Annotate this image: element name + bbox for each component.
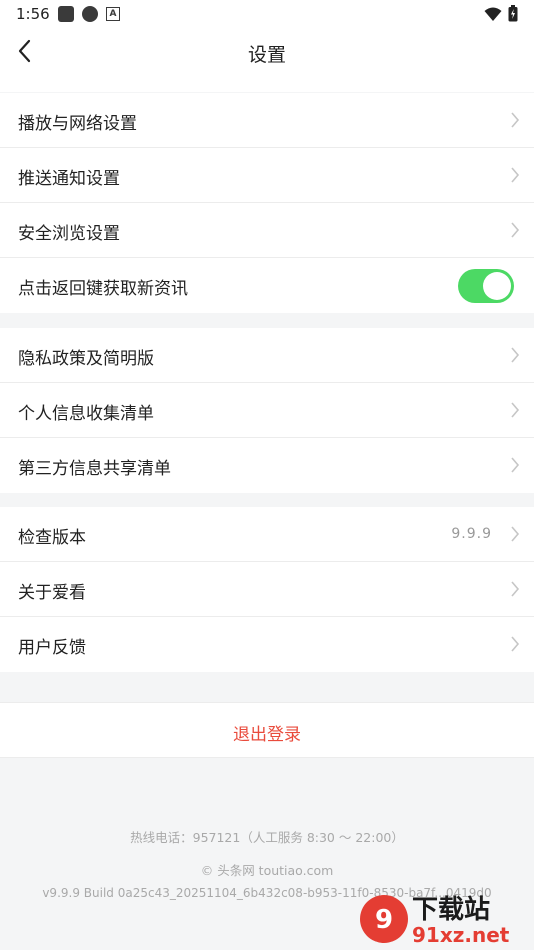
svg-text:9: 9 (375, 905, 393, 935)
chevron-right-icon (511, 581, 520, 597)
settings-group-about: 检查版本 9.9.9 关于爱看 用户反馈 (0, 507, 534, 672)
item-label: 播放与网络设置 (18, 114, 137, 134)
push-notification-settings-item[interactable]: 推送通知设置 (0, 148, 534, 203)
personal-info-list-item[interactable]: 个人信息收集清单 (0, 383, 534, 438)
back-key-refresh-toggle[interactable] (458, 269, 514, 303)
item-label: 检查版本 (18, 528, 86, 548)
nav-bar: 设置 (0, 28, 534, 92)
item-label: 安全浏览设置 (18, 224, 120, 244)
copyright-text: © 头条网 toutiao.com (200, 863, 334, 878)
status-bar: 1:56 A (0, 0, 534, 28)
chevron-right-icon (511, 402, 520, 418)
safe-browsing-settings-item[interactable]: 安全浏览设置 (0, 203, 534, 258)
version-value: 9.9.9 (451, 526, 492, 542)
item-label: 推送通知设置 (18, 169, 120, 189)
wifi-icon (484, 7, 502, 21)
hotline-text: 热线电话：957121（人工服务 8:30 ～ 22:00） (130, 830, 404, 845)
watermark-brand: 下载站 (412, 895, 490, 925)
page-title: 设置 (247, 44, 286, 66)
settings-group-privacy: 隐私政策及简明版 个人信息收集清单 第三方信息共享清单 (0, 328, 534, 493)
settings-group-general: 播放与网络设置 推送通知设置 安全浏览设置 点击返回键获取新资讯 (0, 93, 534, 313)
toggle-knob (483, 272, 511, 300)
item-label: 点击返回键获取新资讯 (18, 279, 188, 299)
about-item[interactable]: 关于爱看 (0, 562, 534, 617)
chevron-right-icon (511, 457, 520, 473)
item-label: 隐私政策及简明版 (18, 349, 154, 369)
check-version-item[interactable]: 检查版本 9.9.9 (0, 507, 534, 562)
item-label: 第三方信息共享清单 (18, 459, 171, 479)
chevron-right-icon (511, 222, 520, 238)
privacy-policy-item[interactable]: 隐私政策及简明版 (0, 328, 534, 383)
chevron-right-icon (511, 636, 520, 652)
chevron-right-icon (511, 526, 520, 542)
third-party-sharing-list-item[interactable]: 第三方信息共享清单 (0, 438, 534, 493)
logout-button[interactable]: 退出登录 (0, 702, 534, 758)
chevron-right-icon (511, 347, 520, 363)
watermark-site: 91xz.net (412, 923, 510, 947)
chevron-right-icon (511, 167, 520, 183)
item-label: 用户反馈 (18, 638, 86, 658)
app-notification-icon (58, 6, 74, 22)
chevron-right-icon (511, 112, 520, 128)
back-key-refresh-item: 点击返回键获取新资讯 (0, 258, 534, 313)
battery-icon (508, 5, 518, 22)
user-feedback-item[interactable]: 用户反馈 (0, 617, 534, 672)
logout-label: 退出登录 (233, 725, 301, 745)
item-label: 关于爱看 (18, 583, 86, 603)
aperture-icon (82, 6, 98, 22)
playback-network-settings-item[interactable]: 播放与网络设置 (0, 93, 534, 148)
item-label: 个人信息收集清单 (18, 404, 154, 424)
notification-icons: A (58, 6, 120, 22)
status-time: 1:56 (16, 5, 50, 23)
system-icons (484, 5, 518, 22)
watermark-logo: 9 下载站 91xz.net (360, 895, 510, 947)
a-icon: A (106, 7, 120, 21)
